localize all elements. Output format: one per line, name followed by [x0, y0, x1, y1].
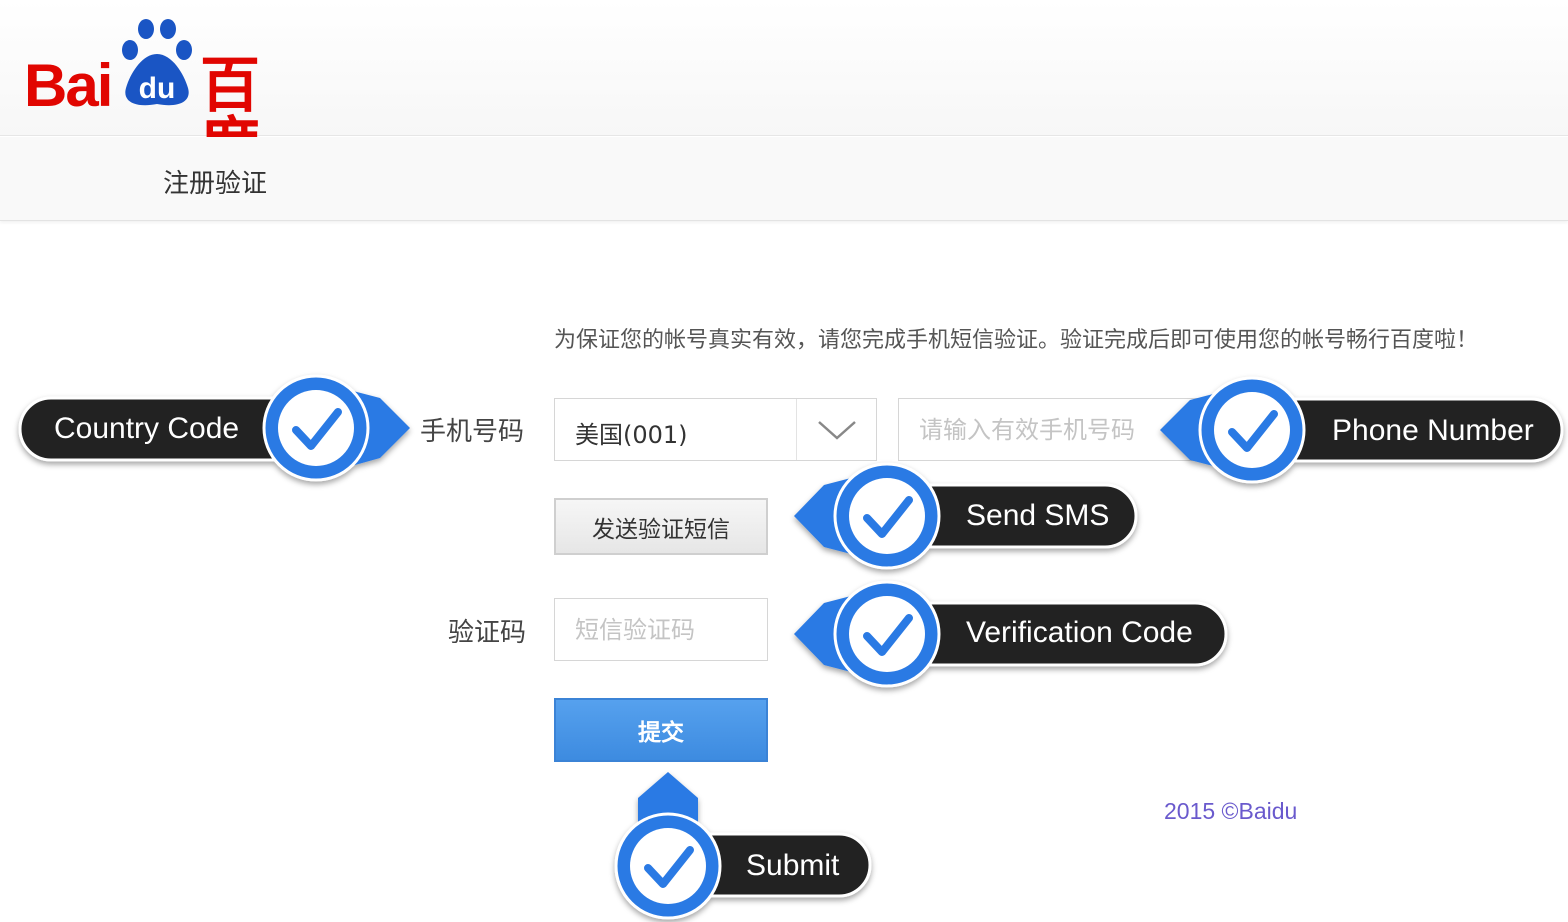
- annotation-label-send-sms: Send SMS: [966, 499, 1109, 532]
- phone-number-input[interactable]: [898, 398, 1198, 461]
- logo-text-bai: Bai: [24, 52, 113, 119]
- submit-button[interactable]: 提交: [554, 698, 768, 762]
- country-code-value: 美国(001): [575, 421, 688, 449]
- baidu-logo[interactable]: Bai du 百度: [24, 16, 304, 176]
- phone-label: 手机号码: [420, 417, 525, 447]
- annotation-phone-number: [1160, 376, 1564, 484]
- annotation-verification-code: [794, 580, 1228, 688]
- checkmark-icon: [863, 614, 913, 656]
- copyright-footer: 2015 ©Baidu: [1164, 798, 1298, 824]
- country-code-select[interactable]: 美国(001): [554, 398, 877, 461]
- logo-paw-text: du: [139, 72, 176, 105]
- send-sms-button[interactable]: 发送验证短信: [554, 498, 768, 555]
- annotation-label-verification-code: Verification Code: [966, 616, 1193, 649]
- paw-icon: du: [122, 19, 192, 106]
- header-bar: Bai du 百度: [0, 0, 1568, 176]
- checkmark-icon: [292, 408, 342, 450]
- page-title: 注册验证: [163, 169, 268, 199]
- annotation-label-submit: Submit: [746, 849, 840, 882]
- annotation-label-phone-number: Phone Number: [1332, 414, 1534, 447]
- verification-code-input[interactable]: [554, 598, 768, 661]
- title-bar: 注册验证: [0, 137, 1568, 221]
- annotation-label-country-code: Country Code: [54, 412, 239, 445]
- annotation-country-code: [18, 374, 410, 482]
- annotation-send-sms: [794, 462, 1138, 570]
- annotation-submit: [614, 772, 872, 920]
- checkmark-icon: [863, 496, 913, 538]
- code-label: 验证码: [448, 618, 527, 648]
- checkmark-icon: [1228, 410, 1278, 452]
- intro-text: 为保证您的帐号真实有效，请您完成手机短信验证。验证完成后即可使用您的帐号畅行百度…: [554, 328, 1479, 353]
- chevron-down-icon[interactable]: [796, 399, 876, 460]
- checkmark-icon: [644, 846, 694, 888]
